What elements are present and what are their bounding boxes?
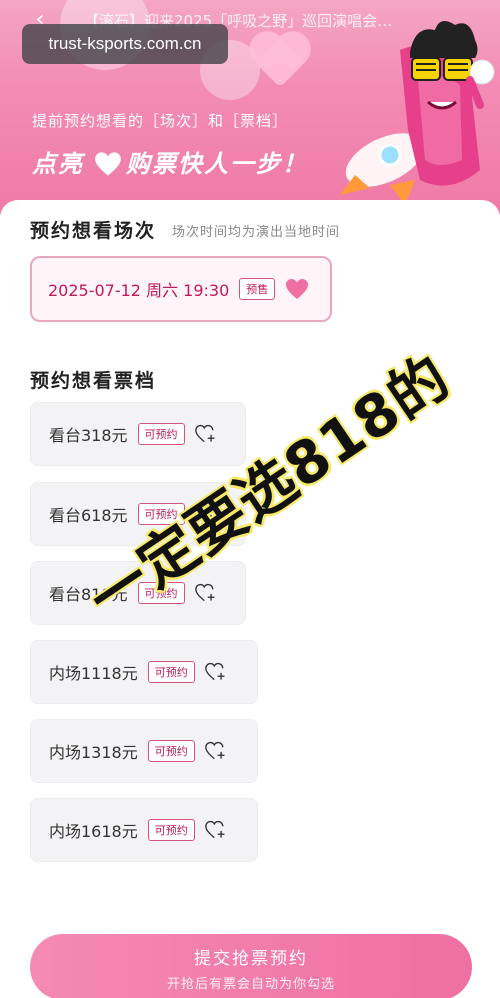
ticket-option[interactable]: 内场1118元 可预约 [30,640,258,704]
ticket-option[interactable]: 看台318元 可预约 [30,402,246,466]
heart-icon [94,151,121,176]
bottom-bar: 提交抢票预约 开抢后有票会自动为你勾选 [0,922,500,998]
tickets-section-title: 预约想看票档 [30,370,157,392]
heart-plus-icon[interactable] [204,820,227,840]
ticket-status-tag: 可预约 [147,661,195,683]
heart-plus-icon[interactable] [204,741,227,761]
ticket-label: 内场1318元 [49,743,138,762]
heart-plus-icon[interactable] [194,424,217,444]
ticket-status-tag: 可预约 [147,740,195,762]
ticket-option[interactable]: 内场1318元 可预约 [30,719,258,783]
ticket-option[interactable]: 内场1618元 可预约 [30,798,258,862]
promo-headline: 点亮 购票快人一步！ [32,144,308,179]
heart-plus-icon[interactable] [194,583,217,603]
heart-plus-icon[interactable] [204,662,227,682]
ticket-label: 内场1118元 [49,664,138,683]
ticket-status-tag: 可预约 [137,423,185,445]
sessions-section-title: 预约想看场次 [30,220,157,242]
session-datetime: 2025-07-12 周六 19:30 [48,281,230,300]
ticket-label: 内场1618元 [49,822,138,841]
promo-headline-right: 购票快人一步！ [126,150,308,178]
ticket-status-tag: 可预约 [147,819,195,841]
ticket-label: 看台618元 [49,506,128,525]
submit-reservation-button[interactable]: 提交抢票预约 开抢后有票会自动为你勾选 [30,934,472,998]
ticket-label: 看台318元 [49,426,128,445]
url-watermark: trust-ksports.com.cn [22,24,228,64]
session-option[interactable]: 2025-07-12 周六 19:30 预售 [30,256,332,322]
header-banner: ‹ 【滚石】迎来2025「呼吸之野」巡回演唱会… trust-ksports.c… [0,0,500,215]
promo-subtitle: 提前预约想看的［场次］和［票档］ [32,112,289,130]
mascot-illustration [340,21,495,205]
submit-button-sublabel: 开抢后有票会自动为你勾选 [166,977,335,992]
sessions-section-hint: 场次时间均为演出当地时间 [172,225,341,240]
session-status-tag: 预售 [239,278,276,300]
promo-headline-left: 点亮 [32,150,84,178]
heart-filled-icon [286,279,309,299]
decor-heart-icon [254,36,306,88]
submit-button-label: 提交抢票预约 [194,949,308,969]
